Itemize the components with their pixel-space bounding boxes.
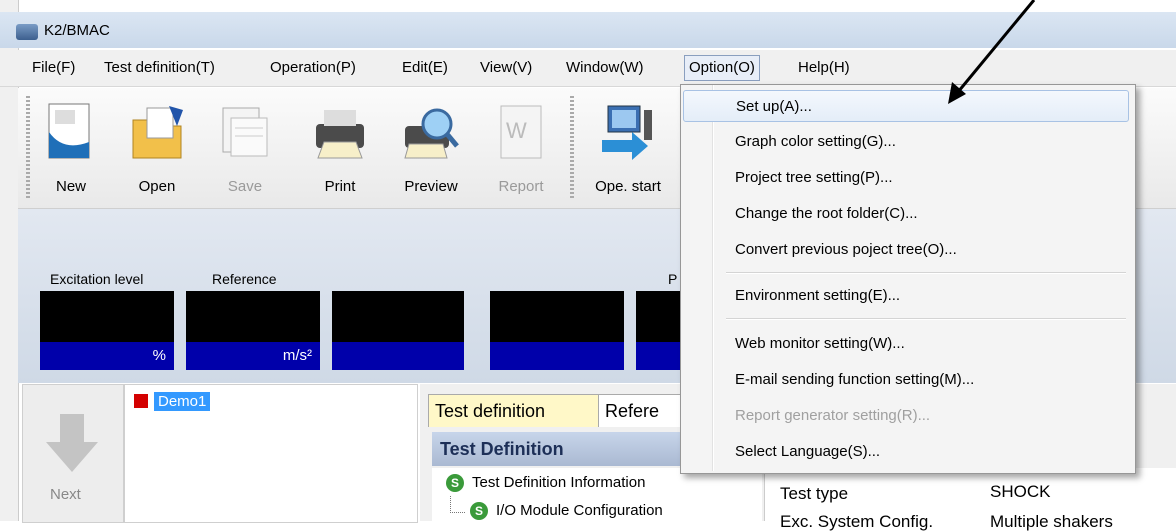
next-button-label[interactable]: Next: [50, 486, 81, 503]
down-arrow-icon[interactable]: [44, 412, 100, 474]
menu-option[interactable]: Option(O): [684, 55, 760, 81]
info-key-exc-system: Exc. System Config.: [780, 512, 934, 531]
menu-item-select-language[interactable]: Select Language(S)...: [683, 436, 1129, 468]
menu-item-convert-project-tree[interactable]: Convert previous poject tree(O)...: [683, 234, 1129, 266]
svg-text:W: W: [506, 118, 527, 143]
preview-label: Preview: [404, 178, 458, 195]
menu-item-web-monitor-setting[interactable]: Web monitor setting(W)...: [683, 328, 1129, 360]
menu-item-environment-setting[interactable]: Environment setting(E)...: [683, 280, 1129, 312]
menu-separator: [726, 272, 1126, 274]
preview-button[interactable]: Preview: [392, 96, 470, 206]
reference-caption: Reference: [212, 271, 277, 287]
toolbar-grip[interactable]: [26, 96, 30, 200]
report-label: Report: [498, 178, 544, 195]
report-button[interactable]: W Report: [484, 96, 558, 206]
save-label: Save: [227, 178, 263, 195]
meter-display: [636, 291, 680, 342]
reference-unit: m/s²: [186, 342, 320, 370]
meter-display: [490, 291, 624, 342]
excitation-level-caption: Excitation level: [50, 271, 144, 287]
reference-display: [186, 291, 320, 342]
print-label: Print: [324, 178, 356, 195]
printer-icon: [316, 110, 364, 159]
menu-item-project-tree-setting[interactable]: Project tree setting(P)...: [683, 162, 1129, 194]
menu-edit[interactable]: Edit(E): [398, 56, 452, 80]
new-label: New: [55, 178, 86, 195]
excitation-level-unit: %: [40, 342, 174, 370]
status-s-icon: S: [446, 474, 464, 492]
operation-start-button[interactable]: Ope. start: [580, 96, 676, 206]
operation-start-icon: [602, 105, 652, 160]
test-definition-header: Test Definition: [432, 432, 682, 466]
meter-caption-partial: P: [668, 271, 678, 287]
menu-item-report-generator-setting: Report generator setting(R)...: [735, 407, 931, 424]
tree-item-test-definition-information[interactable]: Test Definition Information: [472, 474, 645, 491]
tab-reference[interactable]: Refere: [598, 394, 692, 427]
print-preview-icon: [404, 108, 459, 159]
meter-value: [490, 342, 624, 370]
menu-view[interactable]: View(V): [476, 56, 536, 80]
folder-open-icon: [132, 106, 183, 159]
menu-operation[interactable]: Operation(P): [266, 56, 360, 80]
excitation-level-display: [40, 291, 174, 342]
menu-window[interactable]: Window(W): [562, 56, 648, 80]
menu-item-change-root-folder[interactable]: Change the root folder(C)...: [683, 198, 1129, 230]
window-title: K2/BMAC: [44, 22, 110, 39]
project-flag-icon: [134, 394, 148, 408]
menu-item-email-sending-setting[interactable]: E-mail sending function setting(M)...: [683, 364, 1129, 396]
save-button[interactable]: Save: [210, 96, 280, 206]
tree-item-io-module-configuration[interactable]: I/O Module Configuration: [496, 502, 663, 519]
info-value-test-type: SHOCK: [990, 482, 1051, 501]
menu-help[interactable]: Help(H): [794, 56, 854, 80]
menu-separator: [726, 318, 1126, 320]
print-button[interactable]: Print: [302, 96, 378, 206]
new-button[interactable]: New: [40, 96, 102, 206]
project-tree-item[interactable]: Demo1: [154, 392, 211, 411]
toolbar-grip[interactable]: [570, 96, 574, 200]
tree-connector: [450, 496, 465, 513]
annotation-arrow-icon: [948, 0, 1036, 104]
meter-value: [332, 342, 464, 370]
save-icon: [222, 107, 268, 157]
info-key-test-type: Test type: [780, 484, 849, 503]
meter-display: [332, 291, 464, 342]
open-label: Open: [138, 178, 176, 195]
app-icon: [16, 24, 38, 40]
operation-start-label: Ope. start: [595, 178, 661, 195]
menu-item-graph-color-setting[interactable]: Graph color setting(G)...: [683, 126, 1129, 158]
word-report-icon: W: [500, 105, 542, 159]
menu-test-definition[interactable]: Test definition(T): [100, 56, 219, 80]
tab-test-definition[interactable]: Test definition: [428, 394, 608, 427]
new-document-icon: [48, 103, 90, 159]
info-value-exc-system: Multiple shakers: [990, 512, 1113, 531]
open-button[interactable]: Open: [120, 96, 194, 206]
meter-value: [636, 342, 680, 370]
status-s-icon: S: [470, 502, 488, 520]
menu-file[interactable]: File(F): [28, 56, 79, 80]
